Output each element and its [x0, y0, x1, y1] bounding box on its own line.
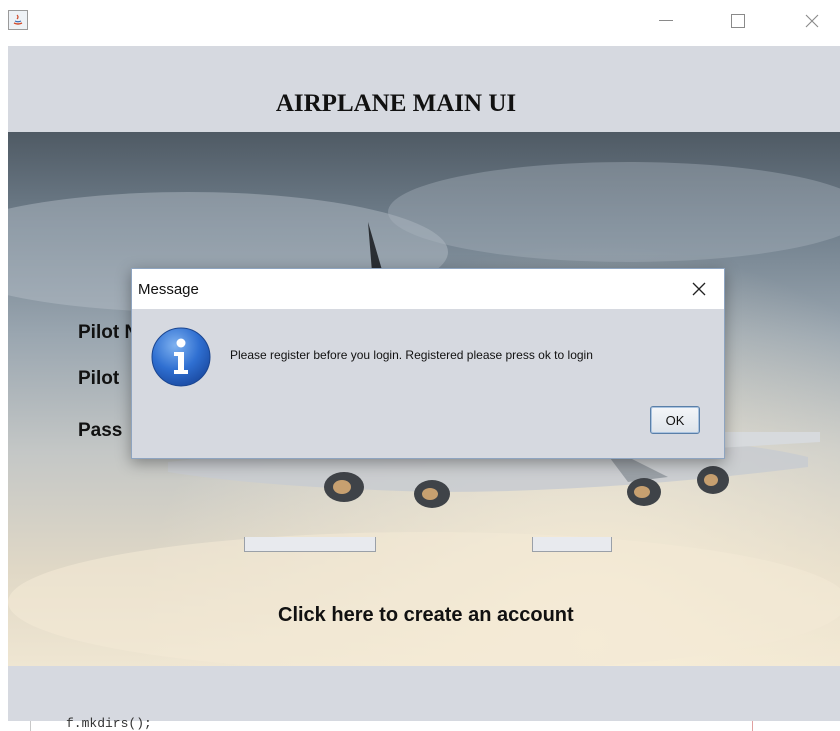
dialog-titlebar: Message: [132, 269, 724, 309]
reset-button[interactable]: [532, 537, 612, 552]
create-account-link[interactable]: Click here to create an account: [278, 604, 574, 627]
message-dialog: Message Please register before you login…: [131, 268, 725, 459]
close-icon: [692, 282, 706, 296]
java-app-icon: [8, 10, 28, 30]
code-margin-rule: [752, 721, 753, 731]
code-gutter: [30, 721, 31, 731]
header-panel: AIRPLANE MAIN UI: [8, 46, 840, 132]
login-button[interactable]: [244, 537, 376, 552]
page-title: AIRPLANE MAIN UI: [275, 90, 517, 117]
dialog-message: Please register before you login. Regist…: [230, 348, 593, 362]
code-line: f.mkdirs();: [66, 716, 152, 731]
window-titlebar: [0, 0, 840, 46]
info-icon: [151, 327, 211, 387]
maximize-button[interactable]: [718, 6, 758, 36]
minimize-button[interactable]: [646, 6, 686, 36]
password-label: Pass: [78, 420, 123, 441]
pilot-label: Pilot: [78, 368, 120, 389]
footer-panel: [8, 666, 840, 721]
window-close-button[interactable]: [792, 6, 832, 36]
dialog-close-button[interactable]: [680, 274, 718, 304]
ok-button[interactable]: OK: [650, 406, 700, 434]
dialog-title: Message: [138, 281, 199, 298]
